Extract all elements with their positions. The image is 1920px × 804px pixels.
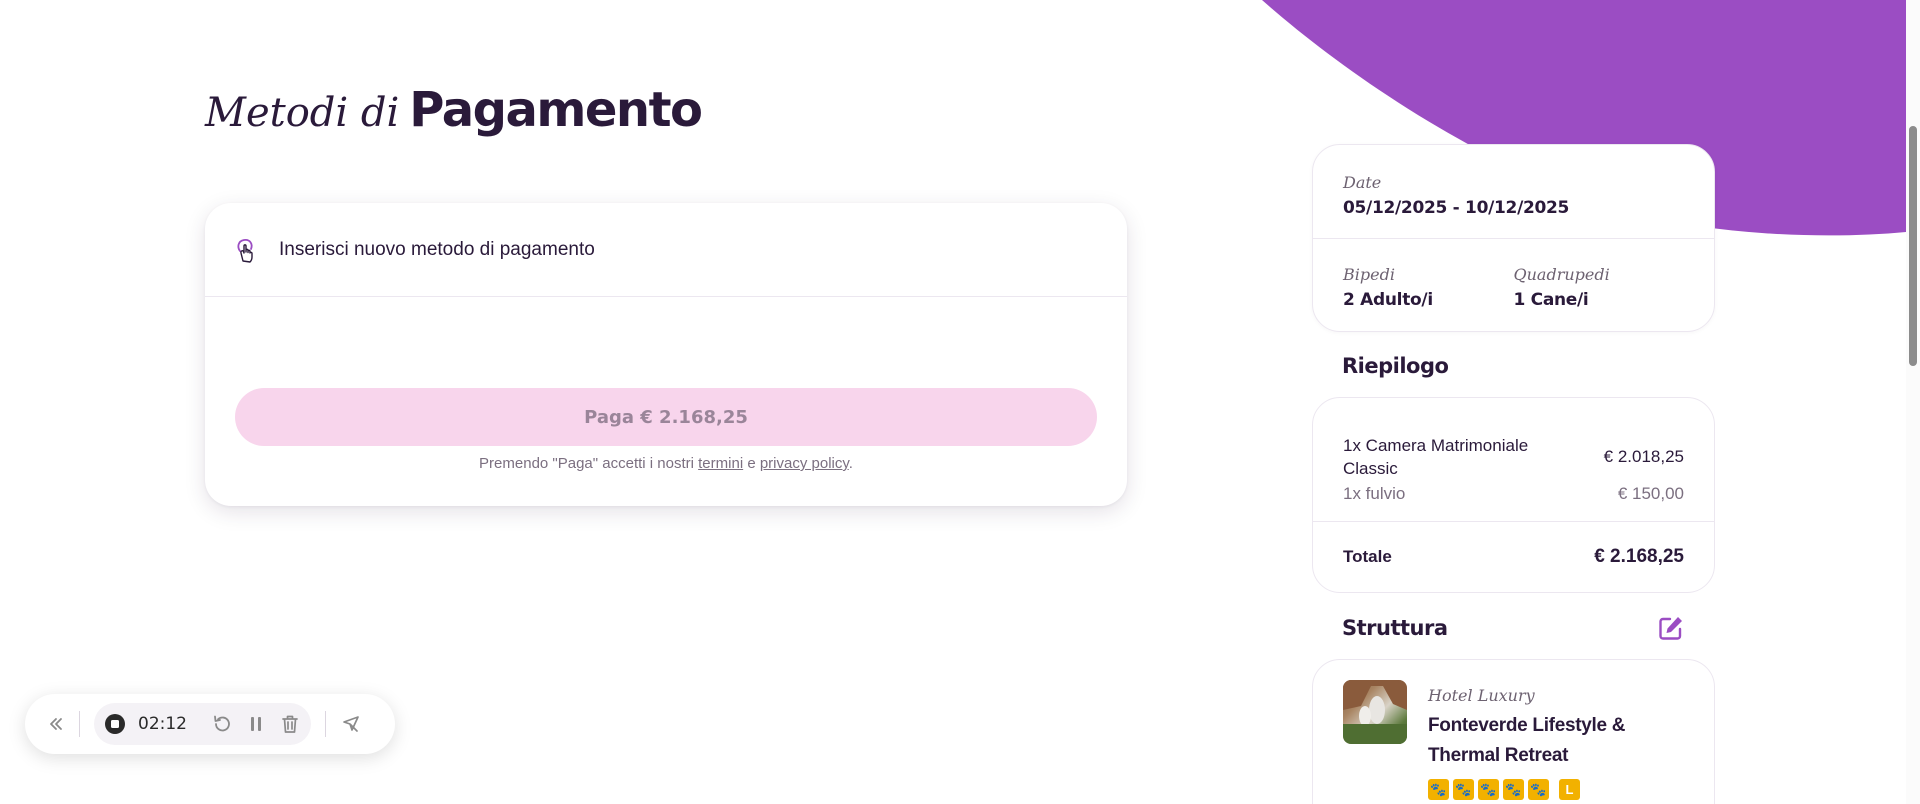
new-payment-method-option[interactable]: Inserisci nuovo metodo di pagamento xyxy=(205,203,1127,297)
payment-card: Inserisci nuovo metodo di pagamento Paga… xyxy=(205,203,1127,506)
terms-notice: Premendo "Paga" accetti i nostri termini… xyxy=(205,455,1127,472)
structure-title: Struttura xyxy=(1342,616,1448,640)
hand-pointer-icon xyxy=(231,235,261,265)
bipedi-value: 2 Adulto/i xyxy=(1343,290,1433,310)
pay-button[interactable]: Paga € 2.168,25 xyxy=(235,388,1097,446)
paw-icon: 🐾 xyxy=(1478,779,1499,800)
summary-item-name: 1x fulvio xyxy=(1343,484,1406,503)
paw-icon: 🐾 xyxy=(1528,779,1549,800)
luxury-badge: L xyxy=(1559,779,1580,800)
hotel-category: Hotel Luxury xyxy=(1428,686,1535,705)
recording-controls: 02:12 xyxy=(94,703,311,745)
guests-section: Bipedi 2 Adulto/i Quadrupedi 1 Cane/i xyxy=(1313,239,1714,310)
page-title-bold: Pagamento xyxy=(409,82,703,138)
quadrupedi-label: Quadrupedi xyxy=(1513,265,1610,284)
hotel-meta: Hotel Luxury Fonteverde Lifestyle & Ther… xyxy=(1428,686,1668,800)
privacy-policy-link[interactable]: privacy policy xyxy=(760,455,849,472)
total-label: Totale xyxy=(1343,547,1392,566)
hotel-name: Fonteverde Lifestyle & Thermal Retreat xyxy=(1428,715,1626,766)
page-title: Metodi di Pagamento xyxy=(205,82,703,138)
summary-item-price: € 150,00 xyxy=(1617,483,1684,503)
summary-item-name: 1x Camera Matrimoniale Classic xyxy=(1343,436,1529,478)
page-scrollbar[interactable] xyxy=(1906,0,1920,804)
bipedi-label: Bipedi xyxy=(1343,265,1395,284)
paw-icon: 🐾 xyxy=(1453,779,1474,800)
cursor-icon[interactable] xyxy=(340,713,362,735)
date-section: Date 05/12/2025 - 10/12/2025 xyxy=(1313,145,1714,239)
date-value: 05/12/2025 - 10/12/2025 xyxy=(1343,198,1570,218)
paw-icon: 🐾 xyxy=(1503,779,1524,800)
summary-item: 1x fulvio € 150,00 xyxy=(1343,482,1684,505)
summary-items: 1x Camera Matrimoniale Classic € 2.018,2… xyxy=(1313,398,1714,522)
edit-icon[interactable] xyxy=(1657,614,1685,642)
summary-total-row: Totale € 2.168,25 xyxy=(1313,522,1714,592)
screen-recorder-toolbar: 02:12 xyxy=(25,694,395,754)
terms-prefix: Premendo "Paga" accetti i nostri xyxy=(479,455,694,472)
terms-and: e xyxy=(747,455,756,472)
quadrupedi-value: 1 Cane/i xyxy=(1513,290,1589,310)
terms-suffix: . xyxy=(848,455,853,472)
stop-record-icon[interactable] xyxy=(104,713,126,735)
hotel-image xyxy=(1343,680,1407,744)
divider xyxy=(325,711,326,737)
structure-card: Hotel Luxury Fonteverde Lifestyle & Ther… xyxy=(1312,659,1715,804)
trash-icon[interactable] xyxy=(279,713,301,735)
divider xyxy=(79,711,80,737)
summary-card: 1x Camera Matrimoniale Classic € 2.018,2… xyxy=(1312,397,1715,593)
scrollbar-thumb[interactable] xyxy=(1909,126,1917,366)
new-payment-method-label: Inserisci nuovo metodo di pagamento xyxy=(279,238,595,260)
date-label: Date xyxy=(1343,173,1382,192)
total-value: € 2.168,25 xyxy=(1594,546,1684,567)
summary-item-price: € 2.018,25 xyxy=(1603,447,1684,466)
pause-icon[interactable] xyxy=(245,713,267,735)
paw-rating: 🐾 🐾 🐾 🐾 🐾 L xyxy=(1428,779,1668,800)
terms-link[interactable]: termini xyxy=(698,455,743,472)
paw-icon: 🐾 xyxy=(1428,779,1449,800)
recording-timer: 02:12 xyxy=(138,714,187,734)
summary-item: 1x Camera Matrimoniale Classic € 2.018,2… xyxy=(1343,434,1684,480)
booking-details-card: Date 05/12/2025 - 10/12/2025 Bipedi 2 Ad… xyxy=(1312,144,1715,332)
restart-icon[interactable] xyxy=(211,713,233,735)
page-title-italic: Metodi di xyxy=(205,90,400,136)
summary-title: Riepilogo xyxy=(1342,354,1449,378)
collapse-icon[interactable] xyxy=(47,715,65,733)
